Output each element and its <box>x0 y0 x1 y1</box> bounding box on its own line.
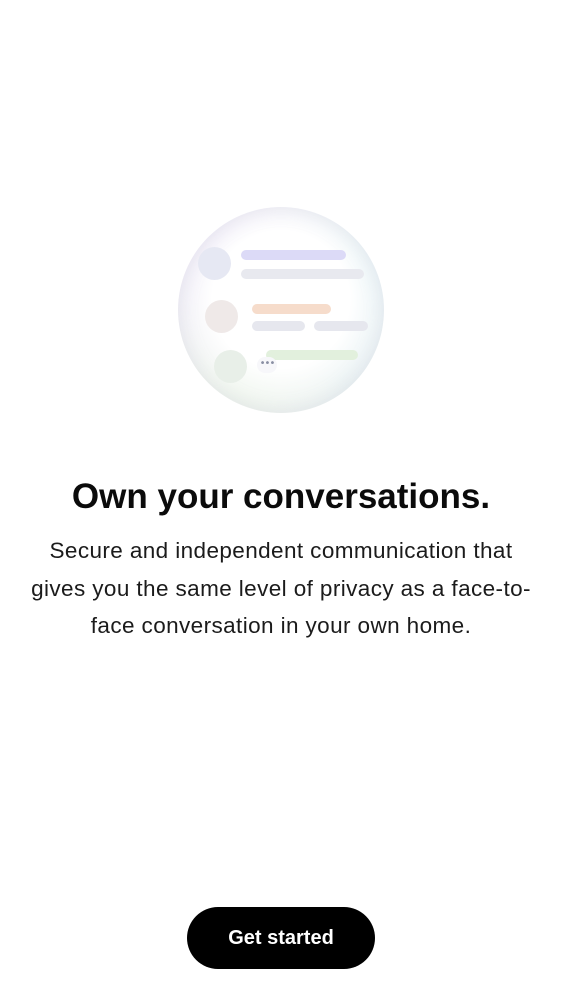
avatar-placeholder <box>205 300 238 333</box>
chat-illustration: ••• <box>178 207 384 413</box>
avatar-placeholder <box>214 350 247 383</box>
message-line-placeholder <box>241 250 346 260</box>
message-line-placeholder <box>266 350 358 360</box>
message-line-placeholder <box>252 321 305 331</box>
message-line-placeholder <box>314 321 368 331</box>
get-started-button[interactable]: Get started <box>187 907 375 969</box>
onboarding-description: Secure and independent communication tha… <box>31 538 531 638</box>
onboarding-title: Own your conversations. <box>71 477 491 516</box>
message-line-placeholder <box>252 304 331 314</box>
avatar-placeholder <box>198 247 231 280</box>
message-line-placeholder <box>241 269 364 279</box>
typing-indicator-icon: ••• <box>257 357 277 373</box>
